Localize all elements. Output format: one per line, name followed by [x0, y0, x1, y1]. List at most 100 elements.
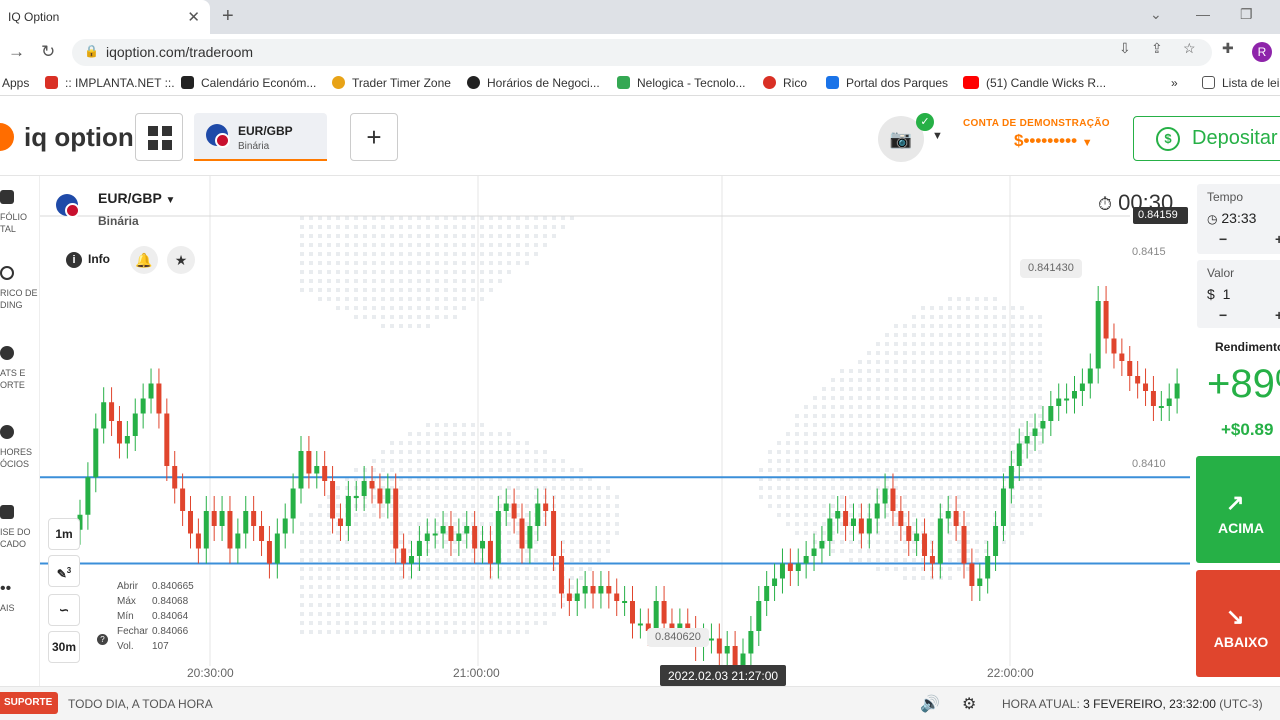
bookmark-rico[interactable]: Rico [763, 76, 807, 90]
bookmarks-overflow-icon[interactable]: » [1171, 76, 1178, 90]
grid-cell [162, 126, 172, 136]
candle-body [582, 586, 588, 594]
price-chart[interactable]: EUR/GBP ▼ Binária i Info 🔔 ★ ⏱ 00:30 0.84… [40, 176, 1190, 686]
volume-icon[interactable]: 🔊 [920, 694, 940, 714]
deposit-button[interactable]: $ Depositar [1133, 116, 1280, 161]
profit-percent: +89% [1207, 362, 1280, 406]
sidebar-item-market-analysis[interactable]: ISE DO CADO [0, 505, 40, 550]
info-button[interactable]: i Info [60, 246, 116, 272]
candle-size-button[interactable]: 30m [48, 631, 80, 663]
chevron-down-icon[interactable]: ▼ [932, 130, 943, 142]
candle-body [866, 518, 872, 534]
candle-body [1119, 353, 1125, 361]
browser-tab[interactable]: IQ Option ✕ [0, 0, 210, 34]
help-icon[interactable]: ? [97, 634, 108, 645]
bookmark-calendario[interactable]: Calendário Económ... [181, 76, 316, 90]
sidebar-item-portfolio[interactable]: FÓLIO TAL [0, 190, 40, 235]
amount-increase-button[interactable]: + [1275, 307, 1280, 323]
candle-body [527, 526, 533, 549]
candle-body [937, 518, 943, 564]
minimize-icon[interactable]: — [1196, 6, 1210, 22]
sidebar-label: ISE DO CADO [0, 527, 31, 549]
sidebar-item-top-deals[interactable]: HORES ÓCIOS [0, 425, 40, 470]
clock-icon: ◷ [1207, 212, 1218, 226]
address-bar-row: → ↻ 🔒 iqoption.com/traderoom ⇩ ⇪ ☆ ✚ R [0, 34, 1280, 70]
all-assets-grid-button[interactable] [135, 113, 183, 161]
candle-body [322, 466, 328, 481]
sidebar-item-chats[interactable]: ATS E ORTE [0, 346, 40, 391]
bookmark-apps[interactable]: Apps [2, 76, 29, 90]
timeframe-button[interactable]: 1m [48, 518, 80, 550]
asset-tab-type: Binária [238, 141, 270, 152]
close-tab-icon[interactable]: ✕ [187, 8, 200, 26]
bell-icon[interactable]: 🔔 [130, 246, 158, 274]
bookmark-youtube[interactable]: (51) Candle Wicks R... [963, 76, 1106, 90]
candle-body [882, 488, 888, 504]
sidebar-label: RICO DE DING [0, 288, 38, 310]
candle-body [851, 518, 856, 526]
candle-body [109, 402, 115, 421]
sidebar-label: AIS [0, 603, 15, 613]
demo-account-label[interactable]: CONTA DE DEMONSTRAÇÃO [963, 118, 1110, 129]
amount-value[interactable]: $ 1 [1207, 286, 1230, 302]
sidebar-label: ATS E ORTE [0, 368, 26, 390]
bookmark-horarios[interactable]: Horários de Negoci... [467, 76, 600, 90]
demo-balance[interactable]: $••••••••• ▼ [1014, 131, 1093, 151]
candle-body [716, 638, 722, 654]
candle-body [787, 563, 793, 571]
candle-body [511, 503, 517, 519]
candle-body [243, 511, 249, 534]
iq-option-logo[interactable]: iq option [0, 122, 134, 153]
new-tab-icon[interactable]: + [222, 5, 234, 28]
youtube-icon [963, 76, 979, 89]
chart-canvas[interactable] [40, 176, 1190, 686]
candle-body [929, 556, 935, 564]
asset-tab-eurgbp[interactable]: EUR/GBP Binária [194, 113, 327, 161]
put-down-button[interactable]: ↘ ABAIXO [1196, 570, 1280, 677]
support-button[interactable]: SUPORTE [0, 692, 59, 714]
url-field[interactable]: 🔒 iqoption.com/traderoom [72, 39, 1212, 66]
add-asset-button[interactable]: + [350, 113, 398, 161]
bookmark-nelogica[interactable]: Nelogica - Tecnolo... [617, 76, 746, 90]
bookmark-portal-parques[interactable]: Portal dos Parques [826, 76, 948, 90]
expiry-time-box[interactable]: Tempo ◷ 23:33 − + [1197, 184, 1280, 254]
sidebar-item-more[interactable]: •• AIS [0, 581, 40, 614]
candle-body [85, 477, 91, 515]
bookmark-star-icon[interactable]: ☆ [1183, 40, 1196, 57]
candle-body [93, 428, 99, 478]
bookmark-implanta[interactable]: :: IMPLANTA.NET ::. [45, 76, 175, 90]
candle-body [661, 601, 667, 624]
deposit-icon: $ [1156, 127, 1180, 151]
candle-body [314, 466, 320, 474]
time-increase-button[interactable]: + [1275, 231, 1280, 247]
candle-body [1174, 383, 1180, 399]
indicators-icon[interactable]: ∽ [48, 594, 80, 626]
check-icon: ✓ [916, 113, 934, 131]
candle-body [1135, 376, 1141, 384]
info-icon: i [66, 252, 82, 268]
share-icon[interactable]: ⇪ [1151, 40, 1163, 57]
bookmark-trader-timer[interactable]: Trader Timer Zone [332, 76, 451, 90]
tab-search-icon[interactable]: ⌄ [1150, 6, 1162, 23]
restore-icon[interactable]: ❐ [1240, 6, 1253, 23]
pencil-icon[interactable]: ✎3 [48, 555, 80, 587]
install-icon[interactable]: ⇩ [1119, 40, 1131, 57]
reload-icon[interactable]: ↻ [41, 42, 55, 62]
forward-icon[interactable]: → [8, 42, 25, 62]
time-decrease-button[interactable]: − [1219, 231, 1227, 247]
extensions-icon[interactable]: ✚ [1222, 40, 1234, 57]
profit-value: +$0.89 [1221, 420, 1274, 439]
candle-body [156, 383, 162, 414]
star-icon[interactable]: ★ [167, 246, 195, 274]
settings-gear-icon[interactable]: ⚙ [962, 694, 976, 714]
implanta-icon [45, 76, 58, 89]
candle-body [1150, 391, 1156, 406]
stopwatch-icon: ⏱ [1098, 194, 1113, 214]
candle-body [961, 526, 967, 564]
amount-box[interactable]: Valor $ 1 − + [1197, 260, 1280, 328]
profile-avatar[interactable]: R [1252, 42, 1272, 62]
call-up-button[interactable]: ↗ ACIMA [1196, 456, 1280, 563]
bookmark-reading-list[interactable]: Lista de lei [1202, 76, 1279, 90]
sidebar-item-history[interactable]: RICO DE DING [0, 266, 40, 311]
amount-decrease-button[interactable]: − [1219, 307, 1227, 323]
